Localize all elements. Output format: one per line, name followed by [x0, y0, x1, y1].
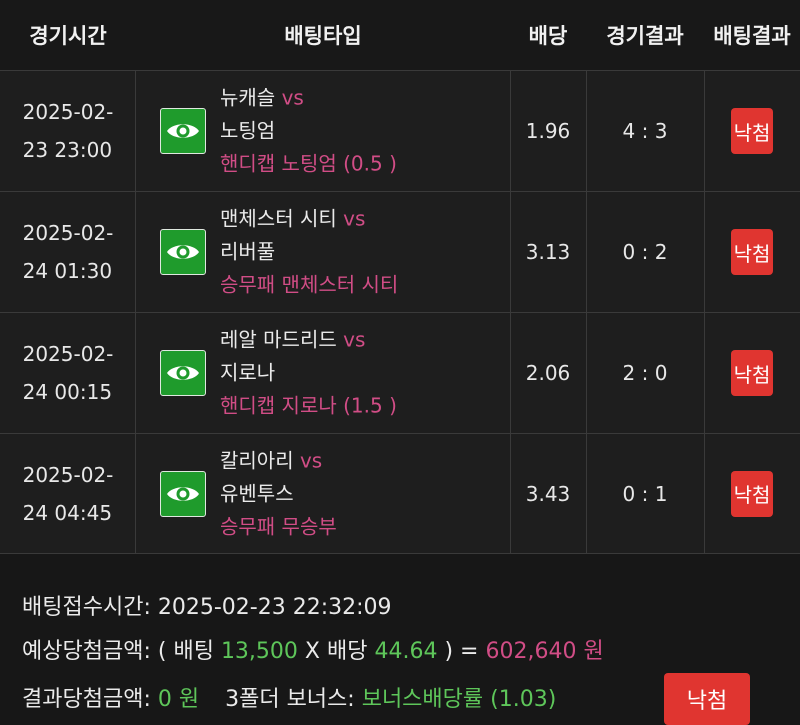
match-time: 24 00:15: [22, 380, 113, 404]
bet-info: 레알 마드리드 vs 지로나핸디캡 지로나 (1.5 ): [220, 324, 510, 423]
column-divider: [586, 70, 587, 554]
bet-result-cell: 낙첨: [704, 71, 800, 191]
game-score: 0 : 1: [622, 481, 668, 506]
match-time: 24 01:30: [22, 259, 113, 283]
column-divider: [704, 70, 705, 554]
away-team: 유벤투스: [220, 481, 294, 506]
bet-pick: 승무패 맨체스터 시티: [220, 272, 399, 297]
total-odds: 44.64: [374, 639, 438, 664]
result-win-line: 결과당첨금액: 0 원 3폴더 보너스: 보너스배당률 (1.03): [22, 681, 556, 713]
bonus-label: 3폴더 보너스:: [225, 687, 355, 712]
bet-info: 맨체스터 시티 vs 리버풀승무패 맨체스터 시티: [220, 203, 510, 302]
expected-label: 예상당첨금액:: [22, 639, 151, 664]
odds-value: 3.13: [525, 240, 571, 264]
column-divider: [510, 70, 511, 554]
bet-pick: 핸디캡 지로나 (1.5 ): [220, 393, 397, 418]
odds-value: 1.96: [525, 119, 571, 143]
header-odds: 배당: [528, 24, 568, 48]
table-row: 2025-02- 23 23:00 뉴캐슬 vs 노팅엄핸디캡 노팅엄 (0.5 ) 1…: [0, 70, 800, 191]
match-datetime: 2025-02- 24 04:45: [23, 456, 114, 532]
match-date: 2025-02-: [22, 342, 114, 366]
bet-result-badge[interactable]: 낙첨: [731, 470, 773, 517]
column-divider: [135, 70, 136, 554]
result-amount: 0 원: [157, 687, 200, 712]
game-score: 4 : 3: [622, 119, 668, 143]
received-time-line: 배팅접수시간: 2025-02-23 22:32:09: [22, 589, 392, 621]
eye-icon: [166, 120, 200, 142]
home-team: 뉴캐슬: [220, 85, 276, 110]
bet-result-badge[interactable]: 낙첨: [731, 229, 773, 275]
view-match-button[interactable]: [160, 471, 206, 517]
final-result-badge[interactable]: 낙첨: [664, 673, 750, 725]
table-row: 2025-02- 24 00:15 레알 마드리드 vs 지로나핸디캡 지로나 (1.…: [0, 312, 800, 433]
bet-result-cell: 낙첨: [704, 434, 800, 553]
bet-result-badge[interactable]: 낙첨: [731, 350, 773, 396]
match-datetime: 2025-02- 23 23:00: [23, 93, 114, 169]
header-bet-type: 배팅타입: [284, 24, 362, 48]
away-team: 지로나: [220, 360, 276, 385]
table-row: 2025-02- 24 01:30 맨체스터 시티 vs 리버풀승무패 맨체스터 시티…: [0, 191, 800, 312]
odds-value: 3.43: [525, 481, 571, 506]
vs-label: vs: [343, 206, 366, 231]
odds-label: 배당: [327, 639, 368, 664]
match-datetime: 2025-02- 24 00:15: [23, 335, 114, 411]
expected-amount: 602,640 원: [485, 639, 604, 664]
header-bet-result: 배팅결과: [713, 24, 791, 48]
received-value: 2025-02-23 22:32:09: [157, 595, 392, 620]
match-date: 2025-02-: [22, 221, 114, 245]
bet-result-badge[interactable]: 낙첨: [731, 108, 773, 154]
bet-amount: 13,500: [220, 639, 298, 664]
result-label: 결과당첨금액:: [22, 687, 151, 712]
match-date: 2025-02-: [22, 100, 114, 124]
bet-result-cell: 낙첨: [704, 192, 800, 312]
eye-icon: [166, 483, 200, 505]
times-sign: X: [304, 639, 320, 664]
home-team: 레알 마드리드: [220, 327, 337, 352]
bet-summary: 배팅접수시간: 2025-02-23 22:32:09 예상당첨금액: ( 배팅…: [0, 555, 800, 725]
bet-info: 뉴캐슬 vs 노팅엄핸디캡 노팅엄 (0.5 ): [220, 82, 510, 181]
match-time: 24 04:45: [22, 500, 113, 525]
match-time-cell: 2025-02- 24 01:30: [0, 192, 136, 312]
expected-win-line: 예상당첨금액: ( 배팅 13,500 X 배당 44.64 ) = 602,6…: [22, 633, 604, 665]
home-team: 칼리아리: [220, 448, 294, 473]
bet-pick: 핸디캡 노팅엄 (0.5 ): [220, 151, 397, 176]
bet-table: 2025-02- 23 23:00 뉴캐슬 vs 노팅엄 핸디캡 노팅엄 (0.5 ) 1…: [0, 70, 800, 554]
home-team: 맨체스터 시티: [220, 206, 337, 231]
view-match-button[interactable]: [160, 108, 206, 154]
header-time: 경기시간: [29, 24, 107, 48]
match-time: 23 23:00: [22, 138, 113, 162]
view-match-button[interactable]: [160, 350, 206, 396]
match-time-cell: 2025-02- 24 00:15: [0, 313, 136, 433]
away-team: 리버풀: [220, 239, 276, 264]
bet-pick: 승무패 무승부: [220, 514, 337, 539]
match-datetime: 2025-02- 24 01:30: [23, 214, 114, 290]
table-row: 2025-02- 24 04:45 칼리아리 vs 유벤투스승무패 무승부 3.43 0 …: [0, 433, 800, 554]
eye-icon: [166, 362, 200, 384]
match-time-cell: 2025-02- 23 23:00: [0, 71, 136, 191]
match-time-cell: 2025-02- 24 04:45: [0, 434, 136, 553]
bonus-value: 보너스배당률 (1.03): [361, 687, 557, 712]
table-header: 경기시간 배팅타입 배당 경기결과 배팅결과: [0, 0, 800, 70]
header-game-result: 경기결과: [606, 24, 684, 48]
view-match-button[interactable]: [160, 229, 206, 275]
odds-value: 2.06: [525, 361, 571, 385]
match-date: 2025-02-: [22, 462, 114, 487]
vs-label: vs: [281, 85, 304, 110]
away-team: 노팅엄: [220, 118, 276, 143]
bet-result-cell: 낙첨: [704, 313, 800, 433]
game-score: 2 : 0: [622, 361, 668, 385]
received-label: 배팅접수시간:: [22, 595, 151, 620]
bet-label: 배팅: [173, 639, 214, 664]
vs-label: vs: [343, 327, 366, 352]
close-paren-equals: ) =: [444, 639, 479, 664]
game-score: 0 : 2: [622, 240, 668, 264]
eye-icon: [166, 241, 200, 263]
open-paren: (: [157, 639, 167, 664]
bet-info: 칼리아리 vs 유벤투스승무패 무승부: [220, 445, 510, 544]
vs-label: vs: [299, 448, 323, 473]
